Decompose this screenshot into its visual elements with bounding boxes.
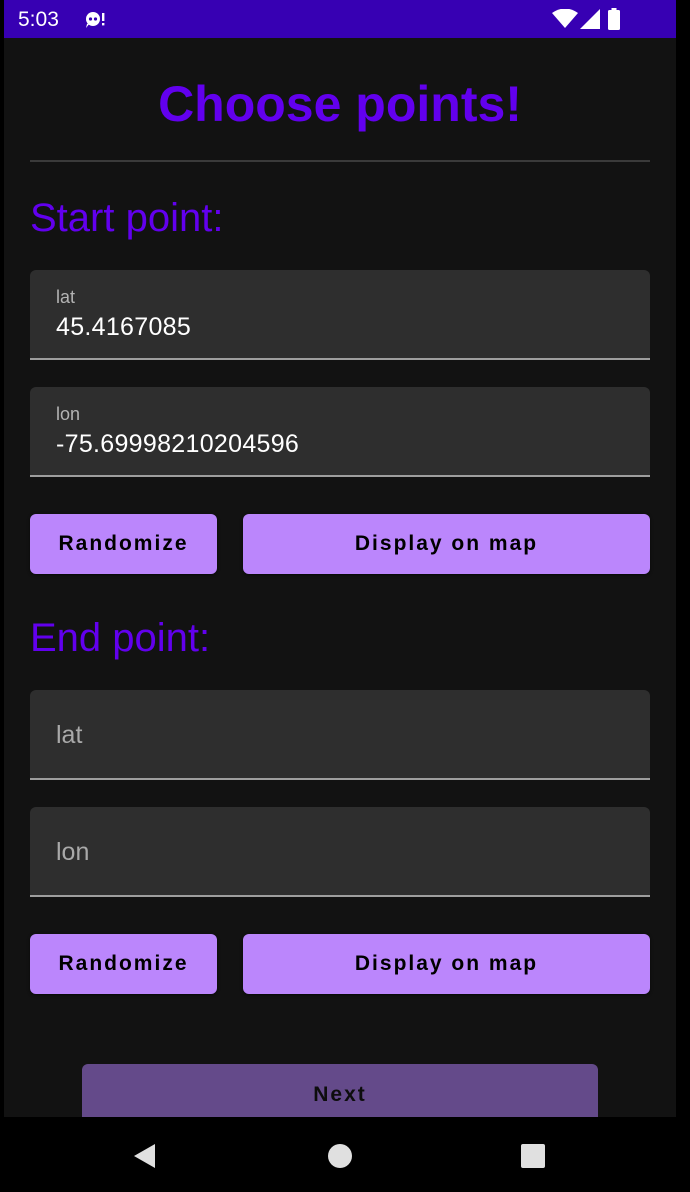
status-bar: 5:03 — [4, 0, 676, 38]
end-lon-placeholder: lon — [56, 838, 90, 866]
title-divider — [30, 160, 650, 162]
end-display-on-map-button[interactable]: Display on map — [243, 934, 650, 994]
start-lon-label: lon — [56, 404, 81, 424]
start-display-on-map-button[interactable]: Display on map — [243, 514, 650, 574]
end-lat-placeholder: lat — [56, 721, 83, 749]
start-lat-label: lat — [56, 287, 76, 307]
end-lon-field[interactable]: lon — [30, 807, 650, 897]
next-button[interactable]: Next — [82, 1064, 598, 1117]
start-lon-field[interactable]: lon -75.69998210204596 — [30, 387, 650, 477]
end-randomize-button[interactable]: Randomize — [30, 934, 217, 994]
screen: 5:03 Choose points! Start point: lat 45.… — [0, 0, 690, 1192]
navigation-bar — [0, 1117, 690, 1192]
end-lat-field[interactable]: lat — [30, 690, 650, 780]
end-point-heading: End point: — [30, 616, 211, 660]
start-lat-field[interactable]: lat 45.4167085 — [30, 270, 650, 360]
start-lat-value: 45.4167085 — [56, 313, 192, 341]
start-lon-value: -75.69998210204596 — [56, 430, 300, 458]
home-icon[interactable] — [325, 1141, 355, 1171]
start-point-heading: Start point: — [30, 196, 224, 240]
battery-icon — [608, 8, 620, 30]
back-icon[interactable] — [130, 1141, 160, 1171]
start-randomize-button[interactable]: Randomize — [30, 514, 217, 574]
page-title: Choose points! — [158, 76, 522, 132]
status-time: 5:03 — [18, 8, 59, 31]
assistant-notification-icon — [86, 12, 105, 28]
cell-signal-icon — [580, 9, 600, 29]
status-icons — [552, 8, 632, 30]
main-content: Choose points! Start point: lat 45.41670… — [4, 38, 676, 1117]
recents-icon[interactable] — [518, 1141, 548, 1171]
wifi-icon — [552, 9, 578, 28]
